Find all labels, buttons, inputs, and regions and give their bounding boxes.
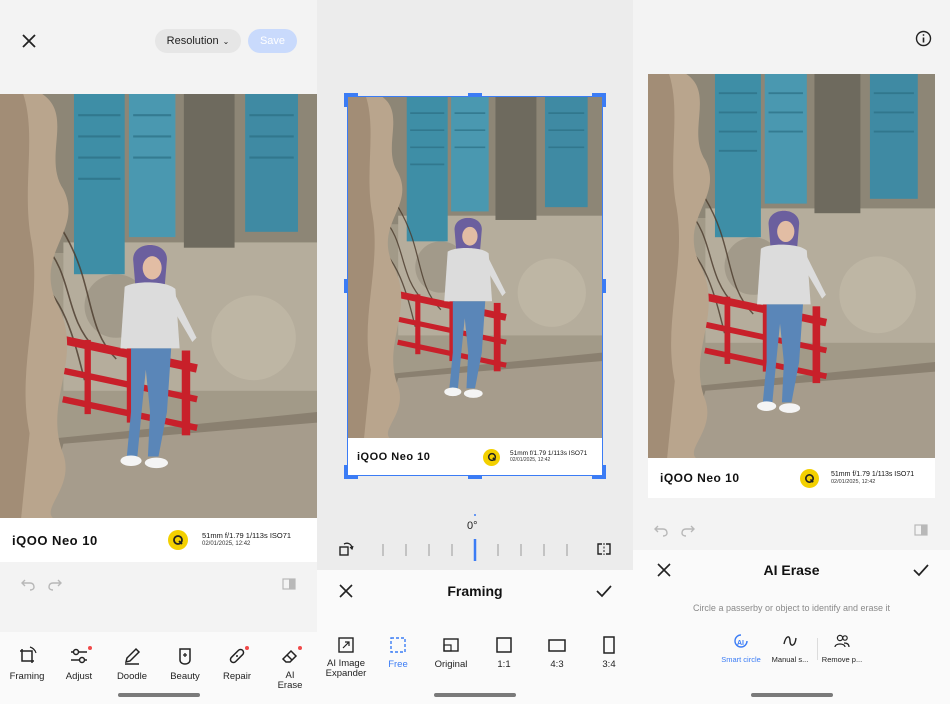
tool-doodle[interactable]: Doodle: [105, 644, 159, 682]
compare-icon[interactable]: [912, 521, 930, 539]
tool-label: Framing: [9, 671, 45, 682]
portrait-ratio-icon: [603, 636, 615, 654]
watermark-band: iQOO Neo 10 51mm f/1.79 1/113s ISO71 02/…: [0, 518, 317, 562]
eraser-icon: [281, 649, 298, 663]
watermark-band: iQOO Neo 10 51mm f/1.79 1/113s ISO71 02/…: [648, 458, 935, 498]
rotate-icon[interactable]: [337, 540, 355, 558]
mode-label: Smart circle: [721, 655, 761, 664]
redo-icon[interactable]: [679, 521, 697, 539]
new-dot-icon: [245, 646, 249, 650]
undo-icon[interactable]: [19, 575, 37, 593]
brand-label: iQOO Neo 10: [660, 471, 740, 485]
resolution-dropdown[interactable]: Resolution ⌄: [155, 29, 241, 53]
option-ai-image-expander[interactable]: AI Image Expander: [319, 632, 373, 680]
framing-panel: Framing AI Image Expander Free Original …: [317, 570, 633, 704]
mode-label: Remove p...: [821, 655, 863, 664]
new-dot-icon: [298, 646, 302, 650]
tool-ai-erase[interactable]: AI Erase: [263, 644, 317, 692]
option-label: AI Image Expander: [325, 658, 367, 680]
tool-label: AI Erase: [277, 670, 303, 692]
option-1-1[interactable]: 1:1: [477, 632, 531, 670]
camera-specs: 51mm f/1.79 1/113s ISO71: [202, 531, 292, 541]
close-icon[interactable]: [18, 30, 40, 52]
angle-marker: [474, 514, 476, 516]
photo-date: 02/01/2025, 12:42: [831, 478, 876, 485]
framing-screen: iQOO Neo 10 51mm f/1.79 1/113s ISO71 02/…: [317, 0, 633, 704]
tool-label: Repair: [223, 671, 251, 682]
tool-beauty[interactable]: Beauty: [158, 644, 212, 682]
crop-rotate-icon: [20, 646, 37, 663]
tool-framing[interactable]: Framing: [0, 644, 54, 682]
undo-icon[interactable]: [652, 521, 670, 539]
bandage-icon: [229, 648, 245, 664]
option-label: Original: [434, 659, 468, 670]
crop-handles[interactable]: [344, 93, 606, 479]
option-label: 3:4: [602, 659, 616, 670]
brand-logo-icon: [168, 530, 188, 550]
brand-logo-icon: [800, 468, 819, 488]
original-ratio-icon: [443, 638, 459, 652]
chevron-down-icon: ⌄: [222, 36, 230, 46]
photo-image: [648, 74, 935, 458]
option-label: 4:3: [550, 659, 564, 670]
svg-text:AI: AI: [737, 640, 744, 647]
rotation-angle: 0°: [467, 520, 478, 532]
erase-hint: Circle a passerby or object to identify …: [692, 603, 891, 613]
panel-title: AI Erase: [763, 562, 820, 578]
redo-icon[interactable]: [46, 575, 64, 593]
ai-circle-icon: AI: [734, 634, 748, 648]
photo-date: 02/01/2025, 12:42: [202, 540, 251, 547]
save-button[interactable]: Save: [248, 29, 297, 53]
square-ratio-icon: [496, 637, 512, 653]
compare-icon[interactable]: [280, 575, 298, 593]
sliders-icon: [71, 648, 87, 664]
panel-title: Framing: [447, 583, 503, 599]
flip-icon[interactable]: [595, 540, 613, 558]
home-indicator[interactable]: [118, 693, 200, 697]
option-4-3[interactable]: 4:3: [530, 632, 584, 670]
photo-editor-screen: Resolution ⌄ Save iQOO Neo 10 51mm f/1.7…: [0, 0, 317, 704]
camera-specs: 51mm f/1.79 1/113s ISO71: [831, 470, 915, 478]
option-free[interactable]: Free: [371, 632, 425, 670]
option-label: Free: [388, 659, 408, 670]
new-dot-icon: [88, 646, 92, 650]
ai-erase-screen: iQOO Neo 10 51mm f/1.79 1/113s ISO71 02/…: [633, 0, 950, 704]
tool-adjust[interactable]: Adjust: [52, 644, 106, 682]
expand-icon: [338, 637, 354, 653]
photo-preview[interactable]: [0, 94, 317, 518]
people-icon: [834, 634, 850, 648]
squiggle-icon: [783, 636, 797, 646]
erase-photo-preview[interactable]: [648, 74, 935, 458]
tool-label: Doodle: [116, 671, 148, 682]
home-indicator[interactable]: [751, 693, 833, 697]
option-label: 1:1: [497, 659, 511, 670]
option-original[interactable]: Original: [424, 632, 478, 670]
confirm-icon[interactable]: [912, 561, 930, 579]
tool-label: Adjust: [65, 671, 93, 682]
free-crop-icon: [390, 637, 406, 653]
home-indicator[interactable]: [434, 693, 516, 697]
confirm-icon[interactable]: [595, 582, 613, 600]
mode-manual[interactable]: Manual s...: [763, 632, 817, 664]
brand-label: iQOO Neo 10: [12, 532, 98, 548]
tool-label: Beauty: [170, 671, 200, 682]
resolution-label: Resolution: [166, 35, 219, 47]
landscape-ratio-icon: [548, 639, 566, 652]
face-sparkle-icon: [179, 648, 191, 665]
info-icon[interactable]: [913, 28, 933, 48]
photo-image: [0, 94, 317, 518]
mode-remove-people[interactable]: Remove p...: [815, 632, 869, 664]
option-3-4[interactable]: 3:4: [582, 632, 633, 670]
pencil-icon: [124, 647, 141, 665]
ai-erase-panel: AI Erase Circle a passerby or object to …: [633, 550, 950, 704]
mode-smart-circle[interactable]: AI Smart circle: [714, 632, 768, 664]
mode-label: Manual s...: [771, 655, 809, 664]
tool-repair[interactable]: Repair: [210, 644, 264, 682]
rotation-dial[interactable]: [375, 538, 575, 562]
